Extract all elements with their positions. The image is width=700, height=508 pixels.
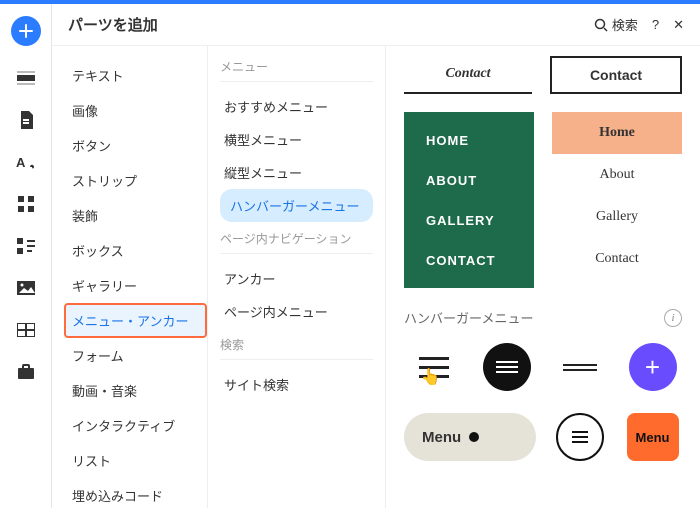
- add-parts-panel: パーツを追加 検索 ? ✕ テキスト画像ボタンストリップ装飾ボックスギャラリーメ…: [52, 4, 700, 508]
- apps-icon[interactable]: [16, 194, 36, 214]
- category-item[interactable]: テキスト: [64, 58, 207, 93]
- menu-item: Contact: [552, 238, 682, 280]
- subcategory-item[interactable]: 横型メニュー: [220, 123, 373, 156]
- preview-contact-boxed[interactable]: Contact: [550, 56, 682, 94]
- subsection-label: ページ内ナビゲーション: [220, 230, 373, 254]
- search-icon: [594, 18, 608, 32]
- hamburger-preview-lines-cursor[interactable]: 👆: [406, 339, 462, 395]
- panel-title: パーツを追加: [68, 14, 580, 35]
- menu-item: Home: [552, 112, 682, 154]
- theme-icon[interactable]: A: [16, 152, 36, 172]
- subcategory-list: メニューおすすめメニュー横型メニュー縦型メニューハンバーガーメニューページ内ナビ…: [208, 46, 386, 508]
- hamburger-preview-orange[interactable]: Menu: [625, 409, 681, 465]
- table-icon[interactable]: [16, 320, 36, 340]
- category-item[interactable]: ボックス: [64, 233, 207, 268]
- preview-contact-underline[interactable]: Contact: [404, 56, 532, 94]
- dev-icon[interactable]: [16, 236, 36, 256]
- hamburger-preview-menu-pill[interactable]: Menu: [404, 413, 536, 461]
- menu-item: ABOUT: [404, 160, 534, 200]
- tool-rail: A: [0, 4, 52, 508]
- category-item[interactable]: 埋め込みコード: [64, 478, 207, 508]
- svg-text:A: A: [16, 155, 26, 170]
- subcategory-item[interactable]: アンカー: [220, 262, 373, 295]
- section-icon[interactable]: [16, 68, 36, 88]
- category-item[interactable]: ストリップ: [64, 163, 207, 198]
- hamburger-section-label: ハンバーガーメニュー: [404, 308, 533, 327]
- preview-pane: Contact Contact HOME ABOUT GALLERY CONTA…: [386, 46, 700, 508]
- category-item[interactable]: 装飾: [64, 198, 207, 233]
- menu-item: HOME: [404, 120, 534, 160]
- category-item[interactable]: ギャラリー: [64, 268, 207, 303]
- info-icon[interactable]: i: [664, 309, 682, 327]
- subcategory-item[interactable]: おすすめメニュー: [220, 90, 373, 123]
- preview-vertical-menu-light[interactable]: Home About Gallery Contact: [552, 112, 682, 288]
- subsection-label: メニュー: [220, 58, 373, 82]
- hamburger-preview-black-circle[interactable]: [479, 339, 535, 395]
- add-plus-button[interactable]: [11, 16, 41, 46]
- dot-icon: [469, 432, 479, 442]
- briefcase-icon[interactable]: [16, 362, 36, 382]
- search-button[interactable]: 検索: [594, 15, 638, 34]
- image-icon[interactable]: [16, 278, 36, 298]
- category-item[interactable]: ボタン: [64, 128, 207, 163]
- help-button[interactable]: ?: [652, 17, 659, 32]
- page-icon[interactable]: [16, 110, 36, 130]
- preview-vertical-menu-green[interactable]: HOME ABOUT GALLERY CONTACT: [404, 112, 534, 288]
- subcategory-item[interactable]: 縦型メニュー: [220, 156, 373, 189]
- category-item[interactable]: インタラクティブ: [64, 408, 207, 443]
- hamburger-preview-purple-plus[interactable]: +: [625, 339, 681, 395]
- category-item[interactable]: メニュー・アンカー: [64, 303, 207, 338]
- panel-header: パーツを追加 検索 ? ✕: [52, 4, 700, 46]
- menu-item: Gallery: [552, 196, 682, 238]
- search-label: 検索: [612, 15, 638, 34]
- subcategory-item[interactable]: サイト検索: [220, 368, 373, 401]
- hamburger-preview-equal-lines[interactable]: [552, 339, 608, 395]
- menu-item: About: [552, 154, 682, 196]
- subcategory-item[interactable]: ハンバーガーメニュー: [220, 189, 373, 222]
- hamburger-preview-ring[interactable]: [552, 409, 608, 465]
- subcategory-item[interactable]: ページ内メニュー: [220, 295, 373, 328]
- category-list: テキスト画像ボタンストリップ装飾ボックスギャラリーメニュー・アンカーフォーム動画…: [52, 46, 208, 508]
- menu-pill-label: Menu: [422, 429, 461, 446]
- category-item[interactable]: 動画・音楽: [64, 373, 207, 408]
- category-item[interactable]: リスト: [64, 443, 207, 478]
- menu-item: CONTACT: [404, 240, 534, 280]
- category-item[interactable]: フォーム: [64, 338, 207, 373]
- subsection-label: 検索: [220, 336, 373, 360]
- cursor-icon: 👆: [421, 367, 441, 387]
- close-button[interactable]: ✕: [673, 17, 684, 33]
- menu-item: GALLERY: [404, 200, 534, 240]
- category-item[interactable]: 画像: [64, 93, 207, 128]
